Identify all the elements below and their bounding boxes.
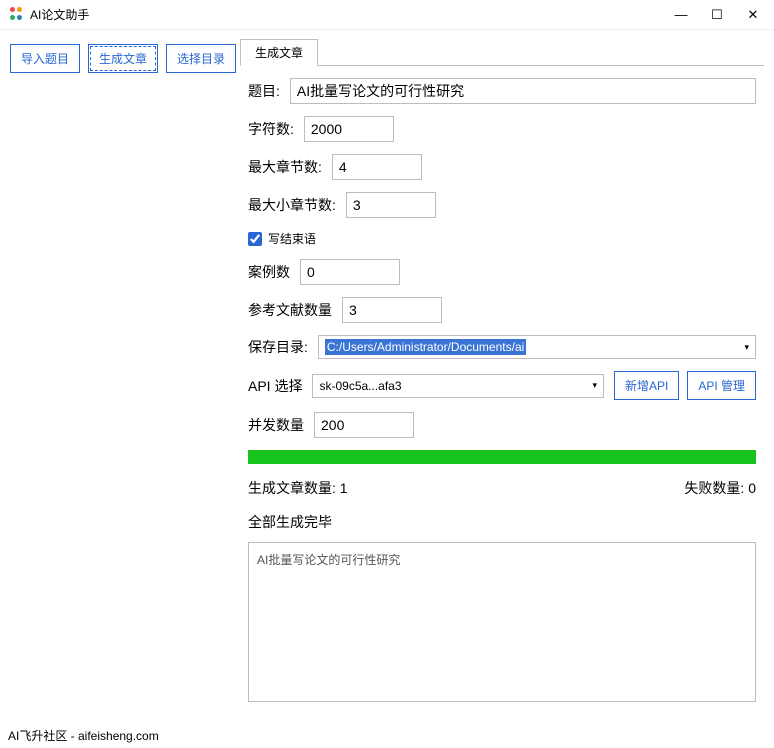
concurrency-input[interactable]: [314, 412, 414, 438]
titlebar: AI论文助手 — ☐ ✕: [0, 0, 774, 30]
max-subchapter-input[interactable]: [346, 192, 436, 218]
generated-count-text: 生成文章数量: 1: [248, 478, 348, 498]
ref-count-label: 参考文献数量: [248, 300, 332, 320]
generate-panel: 题目: 字符数: 最大章节数: 最大小章节数: 写结束语 案例数: [240, 65, 764, 718]
title-input[interactable]: [290, 78, 756, 104]
max-chapter-label: 最大章节数:: [248, 157, 322, 177]
write-conclusion-checkbox[interactable]: [248, 232, 262, 246]
max-chapter-input[interactable]: [332, 154, 422, 180]
save-dir-label: 保存目录:: [248, 337, 308, 357]
window-title: AI论文助手: [30, 6, 89, 23]
manage-api-button[interactable]: API 管理: [687, 371, 756, 400]
write-conclusion-label: 写结束语: [268, 230, 316, 247]
log-line: AI批量写论文的可行性研究: [257, 551, 747, 568]
api-select-label: API 选择: [248, 376, 302, 396]
left-toolbar: 导入题目 生成文章 选择目录: [0, 30, 240, 718]
app-icon: [8, 7, 24, 23]
select-directory-button[interactable]: 选择目录: [166, 44, 236, 73]
generate-article-button[interactable]: 生成文章: [88, 44, 158, 73]
charcount-input[interactable]: [304, 116, 394, 142]
import-topic-button[interactable]: 导入题目: [10, 44, 80, 73]
max-subchapter-label: 最大小章节数:: [248, 195, 336, 215]
chevron-down-icon: ▾: [744, 342, 749, 353]
maximize-icon[interactable]: ☐: [710, 7, 724, 23]
save-dir-select[interactable]: C:/Users/Administrator/Documents/ai ▾: [318, 335, 756, 359]
close-icon[interactable]: ✕: [746, 7, 760, 23]
tab-generate-article[interactable]: 生成文章: [240, 39, 318, 66]
concurrency-label: 并发数量: [248, 415, 304, 435]
footer-text: AI飞升社区 - aifeisheng.com: [8, 727, 159, 744]
api-select[interactable]: sk-09c5a...afa3 ▾: [312, 374, 604, 398]
chevron-down-icon: ▾: [592, 380, 597, 391]
charcount-label: 字符数:: [248, 119, 294, 139]
add-api-button[interactable]: 新增API: [614, 371, 679, 400]
ref-count-input[interactable]: [342, 297, 442, 323]
progress-bar: [248, 450, 756, 464]
done-text: 全部生成完毕: [248, 512, 756, 532]
title-label: 题目:: [248, 81, 280, 101]
minimize-icon[interactable]: —: [674, 7, 688, 23]
case-count-input[interactable]: [300, 259, 400, 285]
failed-count-text: 失败数量: 0: [684, 478, 756, 498]
case-count-label: 案例数: [248, 262, 290, 282]
log-output[interactable]: AI批量写论文的可行性研究: [248, 542, 756, 702]
